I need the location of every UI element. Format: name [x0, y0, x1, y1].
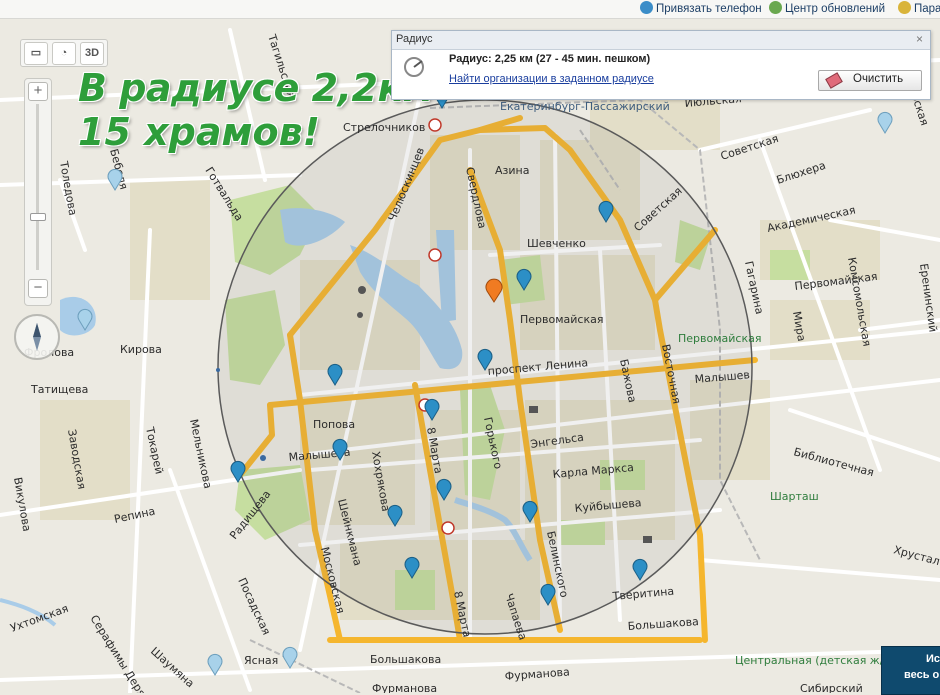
promo-line1: Ис [926, 653, 940, 665]
bind-phone-button[interactable]: Привязать телефон [640, 1, 762, 15]
refresh-icon [769, 1, 782, 14]
phone-icon [640, 1, 653, 14]
radius-value-text: Радиус: 2,25 км (27 - 45 мин. пешком) [449, 53, 651, 65]
compass-control[interactable] [14, 314, 60, 360]
ruler-button[interactable]: ▭ [24, 42, 48, 65]
radius-icon: ◔ [60, 47, 68, 59]
plus-icon: + [33, 82, 43, 99]
street-label: Шарташ [770, 490, 819, 503]
caption-line1: В радиусе 2,2км [78, 66, 434, 110]
street-label: Татищева [30, 383, 88, 396]
minus-icon: − [33, 279, 43, 296]
clear-button[interactable]: Очистить [818, 70, 922, 91]
street-label: Ясная [244, 654, 278, 667]
close-icon[interactable]: × [916, 32, 923, 46]
street-label: Екатеринбург-Пассажирский [500, 100, 670, 113]
panel-title: Радиус [396, 33, 433, 45]
street-label: Шевченко [527, 237, 586, 250]
ruler-icon: ▭ [30, 47, 42, 59]
street-label: Кирова [120, 343, 162, 356]
street-label: Первомайская [678, 332, 761, 345]
promo-line2: весь о [904, 669, 940, 681]
street-label: Первомайская [520, 313, 603, 326]
top-toolbar: Привязать телефон Центр обновлений Пара [0, 0, 940, 19]
find-organizations-link[interactable]: Найти организации в заданном радиусе [449, 73, 654, 85]
eraser-icon [825, 72, 843, 89]
update-center-button[interactable]: Центр обновлений [769, 1, 885, 15]
annotation-caption: В радиусе 2,2км 15 храмов! [78, 66, 434, 154]
street-label: Азина [495, 164, 529, 177]
zoom-control: + − [24, 78, 52, 306]
zoom-slider-handle[interactable] [30, 213, 46, 221]
radius-panel-header: Радиус × [392, 31, 930, 50]
zoom-in-button[interactable]: + [28, 82, 48, 101]
street-label: Сибирский [800, 682, 863, 693]
street-label: Центральная (детская ж/д) [735, 654, 895, 667]
street-label: Большакова [370, 653, 441, 666]
zoom-out-button[interactable]: − [28, 279, 48, 298]
radius-tool-button[interactable]: ◔ [52, 42, 76, 65]
zoom-track[interactable] [36, 104, 39, 270]
gear-icon [898, 1, 911, 14]
radius-panel: Радиус × Радиус: 2,25 км (27 - 45 мин. п… [391, 30, 931, 100]
params-button[interactable]: Пара [898, 1, 940, 15]
promo-banner[interactable]: Ис весь о [881, 646, 940, 695]
street-label: Попова [313, 418, 355, 431]
3d-button[interactable]: 3D [80, 42, 104, 65]
compass-icon [33, 323, 41, 351]
street-label: Фурманова [372, 682, 437, 693]
map-toolbox: ▭ ◔ 3D [20, 39, 108, 67]
clear-button-label: Очистить [853, 73, 904, 85]
radius-icon [404, 57, 424, 77]
caption-line2: 15 храмов! [78, 110, 321, 154]
